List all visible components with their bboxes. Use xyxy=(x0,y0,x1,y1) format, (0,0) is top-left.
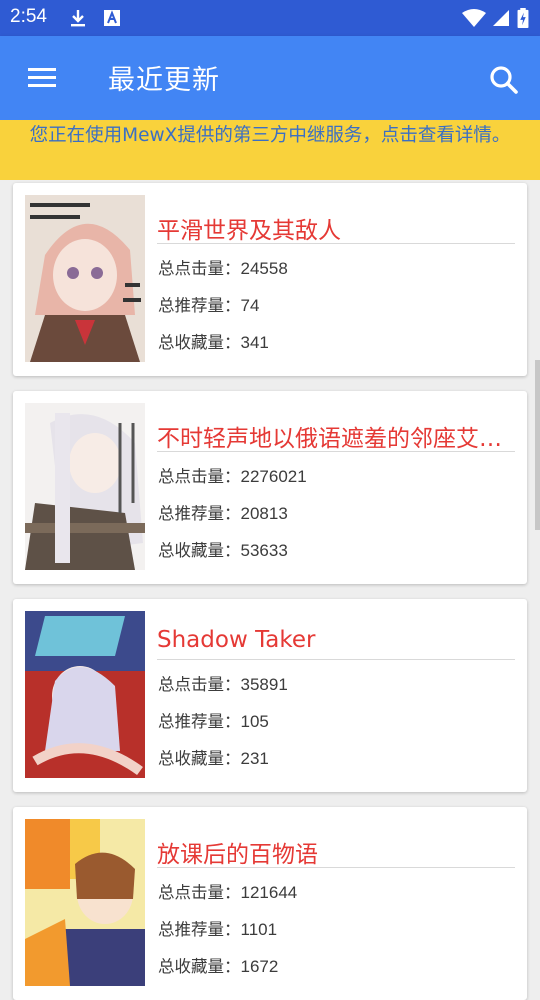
favorite-count: 总收藏量：341 xyxy=(158,333,269,352)
title-divider xyxy=(157,451,515,452)
title-divider xyxy=(157,867,515,868)
novel-card[interactable]: 放课后的百物语 总点击量：121644 总推荐量：1101 总收藏量：1672 xyxy=(13,807,527,1000)
novel-title: Shadow Taker xyxy=(157,627,316,653)
book-cover-image xyxy=(25,403,145,570)
novel-card[interactable]: 不时轻声地以俄语遮羞的邻座艾莉同学 总点击量：2276021 总推荐量：2081… xyxy=(13,391,527,584)
favorite-count: 总收藏量：1672 xyxy=(158,957,279,976)
recommend-count: 总推荐量：1101 xyxy=(158,920,278,939)
click-count: 总点击量：35891 xyxy=(158,675,288,694)
novel-card[interactable]: 平滑世界及其敌人 总点击量：24558 总推荐量：74 总收藏量：341 xyxy=(13,183,527,376)
book-cover-image xyxy=(25,819,145,986)
status-bar: 2:54 xyxy=(0,0,540,36)
signal-icon xyxy=(493,10,509,26)
favorite-count: 总收藏量：53633 xyxy=(158,541,288,560)
page-title: 最近更新 xyxy=(108,65,220,96)
search-icon[interactable] xyxy=(482,58,526,102)
font-notification-icon xyxy=(104,10,120,26)
download-icon xyxy=(71,10,85,27)
novel-card[interactable]: Shadow Taker 总点击量：35891 总推荐量：105 总收藏量：23… xyxy=(13,599,527,792)
recommend-count: 总推荐量：105 xyxy=(158,712,269,731)
title-divider xyxy=(157,243,515,244)
status-time: 2:54 xyxy=(10,6,47,27)
wifi-icon xyxy=(462,9,486,27)
book-cover-image xyxy=(25,611,145,778)
relay-service-banner[interactable]: 您正在使用MewX提供的第三方中继服务，点击查看详情。 xyxy=(0,120,540,180)
click-count: 总点击量：121644 xyxy=(158,883,298,902)
novel-title: 平滑世界及其敌人 xyxy=(157,218,341,244)
click-count: 总点击量：2276021 xyxy=(158,467,307,486)
recommend-count: 总推荐量：74 xyxy=(158,296,260,315)
menu-button[interactable] xyxy=(18,56,64,100)
title-divider xyxy=(157,659,515,660)
scrollbar[interactable] xyxy=(535,360,540,530)
novel-title: 放课后的百物语 xyxy=(157,842,318,868)
menu-icon xyxy=(28,68,56,71)
favorite-count: 总收藏量：231 xyxy=(158,749,269,768)
novel-title: 不时轻声地以俄语遮羞的邻座艾莉同学 xyxy=(157,426,515,452)
click-count: 总点击量：24558 xyxy=(158,259,288,278)
app-bar: 最近更新 xyxy=(0,36,540,120)
battery-charging-icon xyxy=(517,8,529,28)
recommend-count: 总推荐量：20813 xyxy=(158,504,288,523)
book-cover-image xyxy=(25,195,145,362)
